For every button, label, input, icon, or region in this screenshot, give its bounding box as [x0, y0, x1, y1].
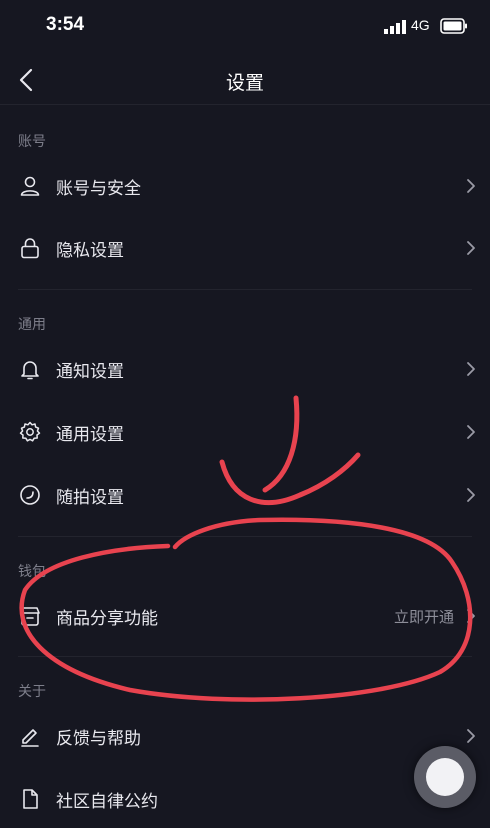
settings-item-label: 商品分享功能	[56, 609, 158, 629]
edit-icon	[21, 729, 39, 747]
section-header-about: 关于	[18, 684, 46, 700]
status-bar: 3:54 4G	[0, 0, 490, 56]
settings-item-snap[interactable]: 随拍设置	[0, 466, 490, 524]
floating-assistive-button[interactable]	[414, 746, 476, 808]
signal-icon	[384, 20, 406, 34]
shop-icon	[20, 607, 40, 626]
chevron-right-icon	[467, 362, 475, 376]
settings-item-label: 随拍设置	[56, 488, 124, 508]
lock-icon	[21, 238, 39, 259]
settings-item-product-sharing[interactable]: 商品分享功能 立即开通	[0, 587, 490, 645]
settings-item-account-security[interactable]: 账号与安全	[0, 157, 490, 215]
chevron-right-icon	[467, 488, 475, 502]
floating-button-dot	[426, 758, 464, 796]
settings-item-label: 账号与安全	[56, 179, 141, 199]
chevron-right-icon	[467, 179, 475, 193]
bell-icon	[21, 361, 39, 380]
settings-item-label: 通知设置	[56, 362, 124, 382]
settings-item-notifications[interactable]: 通知设置	[0, 340, 490, 398]
settings-item-label: 隐私设置	[56, 241, 124, 261]
network-type: 4G	[411, 17, 430, 33]
chevron-right-icon	[467, 241, 475, 255]
settings-item-label: 社区自律公约	[56, 792, 158, 812]
status-time: 3:54	[46, 14, 85, 35]
gear-icon	[19, 421, 41, 442]
settings-item-label: 反馈与帮助	[56, 729, 141, 749]
settings-item-privacy[interactable]: 隐私设置	[0, 219, 490, 277]
settings-item-label: 通用设置	[56, 425, 124, 445]
user-icon	[20, 176, 40, 196]
snap-icon	[20, 485, 40, 505]
divider	[18, 656, 472, 657]
nav-bar: 设置	[0, 56, 490, 105]
chevron-right-icon	[467, 425, 475, 439]
chevron-right-icon	[467, 609, 475, 623]
red-annotation-circle	[19, 395, 473, 702]
activate-now-text: 立即开通	[393, 608, 454, 626]
settings-item-feedback[interactable]: 反馈与帮助	[0, 707, 490, 765]
section-header-wallet: 钱包	[18, 564, 46, 580]
chevron-right-icon	[467, 729, 475, 743]
divider	[18, 289, 472, 290]
page-title: 设置	[225, 72, 264, 94]
battery-icon	[440, 18, 467, 34]
section-header-general: 通用	[18, 317, 46, 333]
settings-item-general[interactable]: 通用设置	[0, 403, 490, 461]
document-icon	[23, 789, 38, 809]
section-header-account: 账号	[18, 134, 46, 150]
divider	[18, 536, 472, 537]
